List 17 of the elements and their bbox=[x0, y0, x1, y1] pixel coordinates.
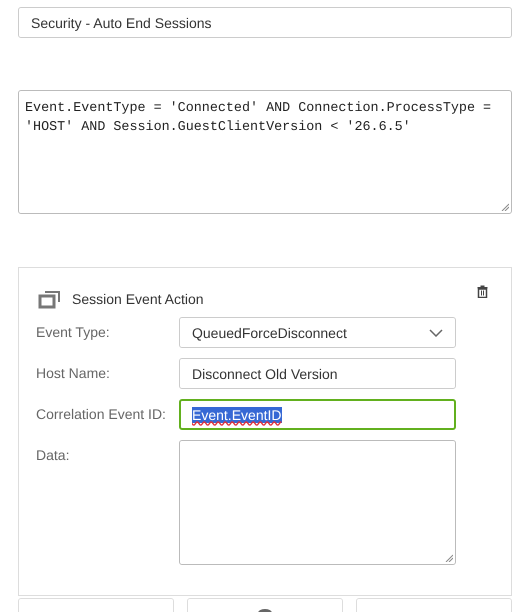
chevron-down-icon bbox=[429, 328, 443, 336]
input-field[interactable]: Disconnect Old Version bbox=[179, 358, 456, 389]
input-field[interactable]: Event.EventID bbox=[179, 399, 456, 430]
data-field[interactable] bbox=[179, 440, 456, 565]
tile-icon bbox=[258, 609, 272, 612]
windows-icon bbox=[38, 289, 62, 309]
expression-field[interactable]: Event.EventType = 'Connected' AND Connection.ProcessType = 'HOST' AND Session.GuestClientVersion < '26.6.5' bbox=[18, 90, 512, 214]
resize-grip-icon bbox=[445, 554, 453, 562]
field-label: Correlation Event ID: bbox=[36, 405, 167, 424]
delete-icon[interactable] bbox=[477, 285, 488, 298]
field-label: Data: bbox=[36, 446, 70, 465]
name-field[interactable]: Security - Auto End Sessions bbox=[18, 7, 512, 38]
card-title: Session Event Action bbox=[72, 291, 204, 307]
field-label: Event Type: bbox=[36, 323, 111, 342]
field-label: Host Name: bbox=[36, 364, 111, 383]
resize-grip-icon bbox=[501, 203, 509, 211]
event-type-dropdown[interactable]: QueuedForceDisconnect bbox=[179, 317, 456, 348]
